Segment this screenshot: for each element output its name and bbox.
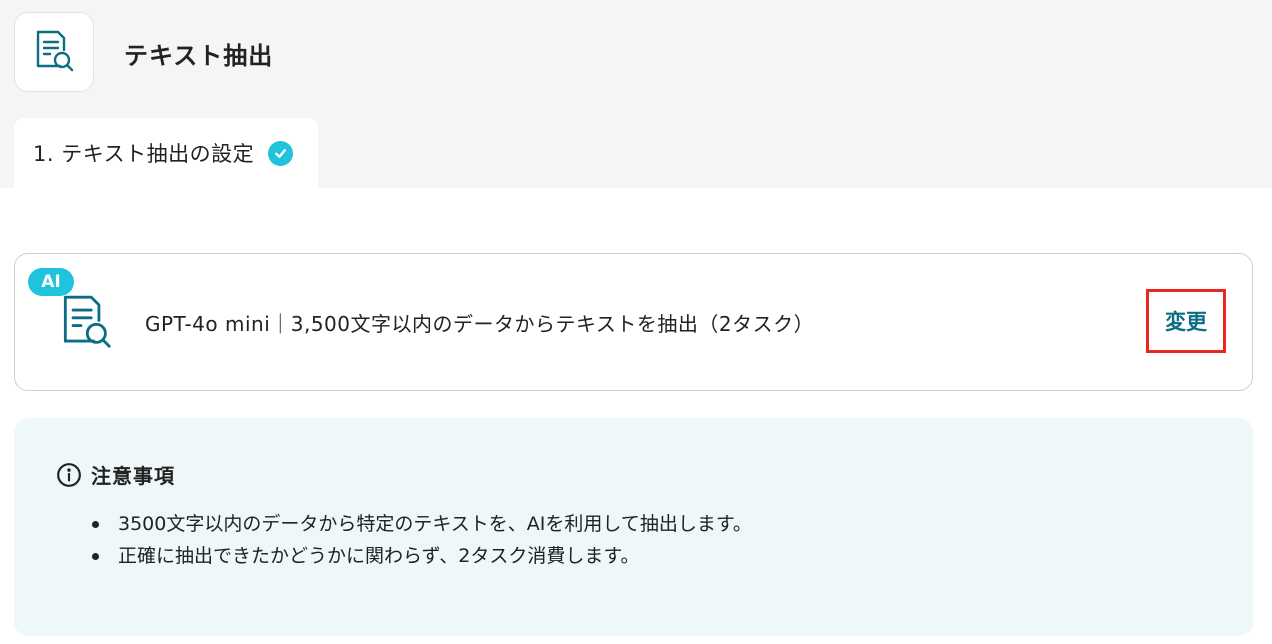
document-search-icon	[55, 292, 117, 358]
app-icon-box	[14, 12, 94, 92]
notice-item: 正確に抽出できたかどうかに関わらず、2タスク消費します。	[92, 540, 752, 572]
change-button[interactable]: 変更	[1146, 289, 1226, 353]
notice-title: 注意事項	[91, 464, 175, 488]
model-description: GPT-4o mini｜3,500文字以内のデータからテキストを抽出（2タスク）	[145, 312, 815, 336]
page-title: テキスト抽出	[124, 42, 274, 70]
step-label: 1. テキスト抽出の設定	[33, 142, 255, 166]
page-header-area: テキスト抽出 1. テキスト抽出の設定	[0, 0, 1272, 188]
document-search-icon	[36, 30, 74, 72]
notice-item: 3500文字以内のデータから特定のテキストを、AIを利用して抽出します。	[92, 508, 752, 540]
info-icon	[57, 462, 81, 487]
tab-step-1[interactable]: 1. テキスト抽出の設定	[14, 118, 318, 188]
check-circle-icon	[268, 140, 294, 166]
notice-list: 3500文字以内のデータから特定のテキストを、AIを利用して抽出します。 正確に…	[92, 508, 752, 572]
notice-box: 注意事項 3500文字以内のデータから特定のテキストを、AIを利用して抽出します…	[14, 418, 1253, 636]
ai-model-card: AI GPT-4o mini｜3,500文字以内のデータからテキストを抽出（2タ…	[14, 253, 1253, 391]
notice-header: 注意事項	[56, 460, 175, 489]
